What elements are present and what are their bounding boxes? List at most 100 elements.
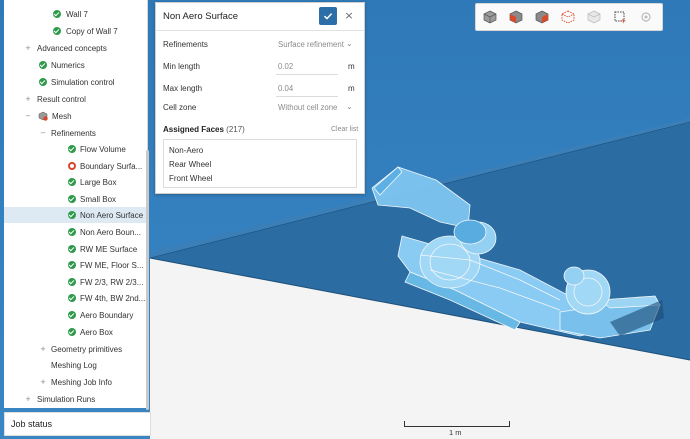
tree-item-label: Numerics <box>51 60 85 70</box>
scale-bar <box>404 421 510 427</box>
tree-item-result-control[interactable]: + Result control <box>4 91 147 107</box>
tree-item-refinement[interactable]: Flow Volume <box>4 141 147 157</box>
status-ok-icon <box>68 261 76 269</box>
mesh-icon <box>38 111 48 121</box>
tree-item-refinements[interactable]: − Refinements <box>4 125 147 141</box>
tree-item-label: FW 2/3, RW 2/3... <box>80 277 144 287</box>
status-warning-icon <box>68 162 76 170</box>
tree-item-label: FW 4th, BW 2nd... <box>80 293 146 303</box>
settings-disabled-icon[interactable] <box>638 9 654 25</box>
status-ok-icon <box>68 178 76 186</box>
expand-icon[interactable]: + <box>24 44 32 52</box>
status-ok-icon <box>68 211 76 219</box>
status-ok-icon <box>68 245 76 253</box>
confirm-button[interactable] <box>319 7 337 25</box>
close-icon[interactable]: × <box>342 9 356 23</box>
cube-front-view-icon[interactable] <box>508 9 524 25</box>
status-ok-icon <box>68 145 76 153</box>
job-status-label: Job status <box>11 419 53 429</box>
tree-item-refinement[interactable]: RW ME Surface <box>4 241 147 257</box>
tree-item-label: Small Box <box>80 194 117 204</box>
tree-item-label: Refinements <box>51 128 96 138</box>
refinements-select[interactable]: Surface refinement <box>278 40 344 49</box>
tree-item-simulation-runs[interactable]: + Simulation Runs <box>4 391 147 407</box>
tree-item-label: Geometry primitives <box>51 344 123 354</box>
expand-icon[interactable]: + <box>39 345 47 353</box>
tree-item-refinement[interactable]: Non Aero Boun... <box>4 224 147 240</box>
tree-item-label: Simulation Runs <box>37 394 96 404</box>
tree-item-label: Wall 7 <box>66 9 88 19</box>
tree-item-refinement[interactable]: FW ME, Floor S... <box>4 257 147 273</box>
tree-item-advanced-concepts[interactable]: + Advanced concepts <box>4 40 147 56</box>
tree-item[interactable]: Wall 7 <box>4 6 147 22</box>
tree-item-refinement[interactable]: Large Box <box>4 174 147 190</box>
expand-icon[interactable]: + <box>24 395 32 403</box>
job-status-panel[interactable]: Job status <box>4 412 151 436</box>
assigned-faces-count: (217) <box>226 125 245 134</box>
tree-item-label: Aero Box <box>80 327 113 337</box>
tree-item-label: Aero Boundary <box>80 310 134 320</box>
assigned-faces-list[interactable]: Non-Aero Rear Wheel Front Wheel <box>163 139 357 188</box>
collapse-icon[interactable]: − <box>24 112 32 120</box>
list-item[interactable]: Non-Aero <box>169 146 203 155</box>
checkmark-icon <box>323 13 333 20</box>
refinements-label: Refinements <box>163 40 208 49</box>
input-underline <box>276 74 338 75</box>
chevron-down-icon[interactable]: ⌄ <box>346 102 353 111</box>
status-ok-icon <box>39 78 47 86</box>
min-length-label: Min length <box>163 62 200 71</box>
tree-item-meshing-log[interactable]: Meshing Log <box>4 357 147 373</box>
tree-item-geometry-primitives[interactable]: + Geometry primitives <box>4 341 147 357</box>
cube-hidden-icon[interactable] <box>586 9 602 25</box>
tree-item-meshing-job-info[interactable]: + Meshing Job Info <box>4 374 147 390</box>
cube-wireframe-icon[interactable] <box>560 9 576 25</box>
cube-top-view-icon[interactable] <box>534 9 550 25</box>
tree-item-label: Copy of Wall 7 <box>66 26 118 36</box>
tree-item-label: FW ME, Floor S... <box>80 260 144 270</box>
tree-item[interactable]: Copy of Wall 7 <box>4 23 147 39</box>
tree-item-refinement[interactable]: Boundary Surfa... <box>4 158 147 174</box>
tree-item-label: Advanced concepts <box>37 43 107 53</box>
tree-item-label: Simulation control <box>51 77 115 87</box>
chevron-down-icon[interactable]: ⌄ <box>346 39 353 48</box>
cube-iso-view-icon[interactable] <box>482 9 498 25</box>
list-item[interactable]: Rear Wheel <box>169 160 211 169</box>
tree-item-label: Non Aero Surface <box>80 210 144 220</box>
tree-item-refinement[interactable]: Small Box <box>4 191 147 207</box>
box-select-icon[interactable] <box>612 9 628 25</box>
tree-item-simulation-control[interactable]: Simulation control <box>4 74 147 90</box>
min-length-unit: m <box>348 62 355 71</box>
status-ok-icon <box>68 294 76 302</box>
status-ok-icon <box>68 195 76 203</box>
tree-item-refinement[interactable]: FW 4th, BW 2nd... <box>4 290 147 306</box>
tree-item-label: Flow Volume <box>80 144 126 154</box>
cell-zone-select[interactable]: Without cell zone <box>278 103 337 112</box>
refinement-properties-dialog: Non Aero Surface × Refinements Surface r… <box>155 2 365 194</box>
tree-item-refinement[interactable]: Aero Boundary <box>4 307 147 323</box>
tree-item-label: Large Box <box>80 177 117 187</box>
tree-item-mesh[interactable]: − Mesh <box>4 108 147 124</box>
status-ok-icon <box>68 278 76 286</box>
max-length-label: Max length <box>163 84 203 93</box>
clear-list-link[interactable]: Clear list <box>331 126 358 133</box>
simulation-tree: Wall 7 Copy of Wall 7 + Advanced concept… <box>4 0 148 408</box>
tree-item-label: Meshing Job Info <box>51 377 112 387</box>
tree-scrollbar[interactable] <box>146 150 149 410</box>
expand-icon[interactable]: + <box>39 378 47 386</box>
collapse-icon[interactable]: − <box>39 129 47 137</box>
tree-item-label: Non Aero Boun... <box>80 227 141 237</box>
expand-icon[interactable]: + <box>24 95 32 103</box>
list-item[interactable]: Front Wheel <box>169 174 213 183</box>
assigned-faces-label: Assigned Faces <box>163 125 224 134</box>
status-ok-icon <box>53 27 61 35</box>
tree-item-label: Meshing Log <box>51 360 97 370</box>
tree-item-refinement[interactable]: FW 2/3, RW 2/3... <box>4 274 147 290</box>
tree-item-refinement-selected[interactable]: Non Aero Surface <box>4 207 147 223</box>
status-ok-icon <box>53 10 61 18</box>
status-ok-icon <box>68 228 76 236</box>
min-length-input[interactable]: 0.02 <box>278 62 293 71</box>
max-length-input[interactable]: 0.04 <box>278 84 293 93</box>
tree-item-refinement[interactable]: Aero Box <box>4 324 147 340</box>
tree-item-numerics[interactable]: Numerics <box>4 57 147 73</box>
status-ok-icon <box>39 61 47 69</box>
